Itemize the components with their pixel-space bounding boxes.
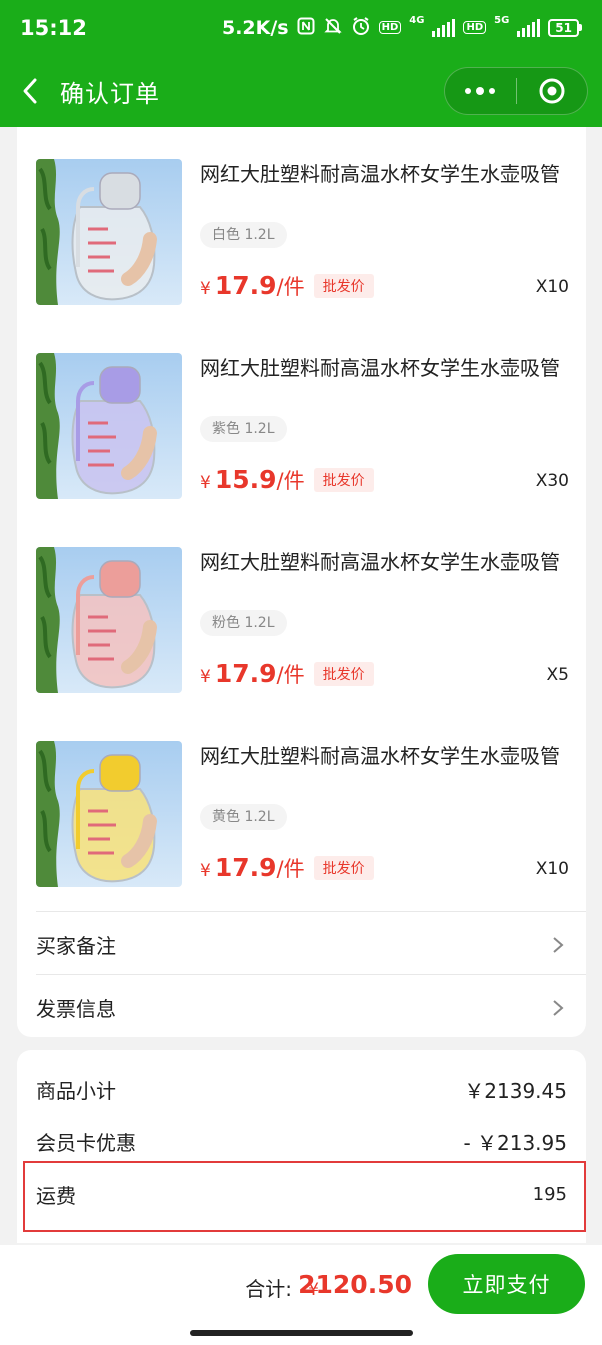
price-value: 15.9 (214, 465, 277, 494)
signal-icon-2 (517, 18, 541, 37)
hd-badge-2: HD (463, 21, 487, 34)
goods-spec: 黄色 1.2L (200, 804, 287, 830)
network-5g-label: 5G (494, 15, 510, 26)
goods-spec: 紫色 1.2L (200, 416, 287, 442)
chevron-left-icon[interactable] (0, 55, 60, 127)
buyer-remark-row[interactable]: 买家备注 (36, 913, 586, 975)
goods-item[interactable]: 网红大肚塑料耐高温水杯女学生水壶吸管 黄色 1.2L ¥ 17.9 /件 批发价… (36, 741, 576, 887)
goods-item[interactable]: 网红大肚塑料耐高温水杯女学生水壶吸管 粉色 1.2L ¥ 17.9 /件 批发价… (36, 547, 576, 693)
status-indicators: 5.2K/s HD 4G HD 5G 51 (221, 15, 582, 39)
checkout-bar: 合计: ¥ 2120.50 立即支付 (0, 1245, 602, 1345)
bottle-cap (99, 172, 141, 210)
goods-title: 网红大肚塑料耐高温水杯女学生水壶吸管 (200, 162, 560, 186)
price-value: 17.9 (214, 853, 277, 882)
network-speed: 5.2K/s (221, 16, 289, 39)
mute-icon (323, 16, 343, 39)
goods-item[interactable]: 网红大肚塑料耐高温水杯女学生水壶吸管 紫色 1.2L ¥ 15.9 /件 批发价… (36, 353, 576, 499)
product-image (36, 741, 182, 887)
price-value: 17.9 (214, 271, 277, 300)
goods-item[interactable]: 网红大肚塑料耐高温水杯女学生水壶吸管 白色 1.2L ¥ 17.9 /件 批发价… (36, 159, 576, 305)
pay-now-button[interactable]: 立即支付 (428, 1254, 585, 1314)
subtotal-label: 商品小计 (36, 1078, 116, 1103)
price-currency: ¥ (200, 667, 211, 687)
product-image (36, 547, 182, 693)
target-close-icon[interactable] (517, 68, 588, 114)
wholesale-badge: 批发价 (313, 856, 374, 880)
chevron-right-icon (552, 935, 564, 959)
nfc-icon (297, 17, 315, 38)
invoice-info-label: 发票信息 (36, 996, 116, 1021)
price-value: 17.9 (214, 659, 277, 688)
subtotal-value: ￥2139.45 (464, 1078, 567, 1103)
discount-value: - ￥213.95 (463, 1130, 567, 1155)
goods-quantity: X5 (546, 665, 569, 685)
price-currency: ¥ (200, 861, 211, 881)
signal-icon (432, 18, 456, 37)
page-title: 确认订单 (60, 79, 160, 108)
price-row: ¥ 17.9 /件 批发价 (200, 659, 374, 689)
goods-title: 网红大肚塑料耐高温水杯女学生水壶吸管 (200, 744, 560, 768)
price-row: ¥ 17.9 /件 批发价 (200, 853, 374, 883)
wholesale-badge: 批发价 (313, 468, 374, 492)
price-unit: /件 (276, 857, 305, 881)
battery-icon: 51 (548, 18, 582, 37)
product-image (36, 159, 182, 305)
price-currency: ¥ (200, 279, 211, 299)
divider (36, 911, 586, 912)
home-indicator[interactable] (190, 1330, 413, 1336)
subtotal-row: 商品小计 ￥2139.45 (36, 1069, 567, 1109)
discount-row: 会员卡优惠 - ￥213.95 (36, 1121, 567, 1161)
goods-title: 网红大肚塑料耐高温水杯女学生水壶吸管 (200, 550, 560, 574)
status-time: 15:12 (20, 15, 87, 40)
more-dots-icon[interactable] (445, 68, 516, 114)
total-label: 合计: (245, 1277, 292, 1301)
alarm-icon (351, 16, 371, 39)
goods-title: 网红大肚塑料耐高温水杯女学生水壶吸管 (200, 356, 560, 380)
status-bar: 15:12 5.2K/s HD 4G HD 5G 51 (0, 0, 602, 55)
buyer-remark-label: 买家备注 (36, 933, 116, 958)
price-unit: /件 (276, 275, 305, 299)
battery-level: 51 (548, 18, 579, 37)
bottle-cap (99, 366, 141, 404)
goods-spec: 白色 1.2L (200, 222, 287, 248)
wholesale-badge: 批发价 (313, 274, 374, 298)
invoice-info-row[interactable]: 发票信息 (36, 976, 586, 1038)
network-4g-label: 4G (409, 15, 425, 26)
price-currency: ¥ (200, 473, 211, 493)
total-value: 2120.50 (298, 1270, 412, 1299)
wholesale-badge: 批发价 (313, 662, 374, 686)
product-image (36, 353, 182, 499)
highlight-box (23, 1161, 586, 1232)
hd-badge: HD (378, 21, 402, 34)
discount-label: 会员卡优惠 (36, 1130, 136, 1155)
goods-quantity: X10 (535, 859, 569, 879)
price-unit: /件 (276, 663, 305, 687)
goods-quantity: X30 (535, 471, 569, 491)
goods-card: 网红大肚塑料耐高温水杯女学生水壶吸管 白色 1.2L ¥ 17.9 /件 批发价… (17, 127, 586, 1037)
price-row: ¥ 17.9 /件 批发价 (200, 271, 374, 301)
mini-program-capsule (444, 67, 588, 115)
divider (36, 974, 586, 975)
nav-bar: 确认订单 (0, 55, 602, 127)
price-row: ¥ 15.9 /件 批发价 (200, 465, 374, 495)
price-unit: /件 (276, 469, 305, 493)
goods-spec: 粉色 1.2L (200, 610, 287, 636)
goods-quantity: X10 (535, 277, 569, 297)
chevron-right-icon (552, 998, 564, 1022)
bottle-cap (99, 560, 141, 598)
bottle-cap (99, 754, 141, 792)
